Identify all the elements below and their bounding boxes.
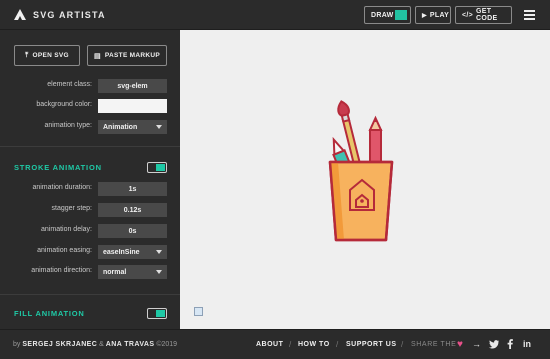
- open-svg-label: OPEN SVG: [32, 52, 69, 59]
- fill-animation-toggle[interactable]: [147, 308, 167, 319]
- toggle-knob: [156, 310, 165, 317]
- divider: [0, 146, 180, 147]
- heart-icon: ♥: [457, 339, 463, 350]
- arrow-icon: →: [472, 339, 481, 349]
- background-color-label: background color:: [36, 101, 92, 108]
- animation-delay-row: animation delay: 0s: [0, 224, 180, 238]
- linkedin-icon[interactable]: in: [523, 339, 531, 349]
- pencil-cup-illustration: [328, 100, 394, 242]
- background-color-input[interactable]: [98, 99, 167, 113]
- animation-type-value: Animation: [103, 123, 138, 131]
- twitter-icon[interactable]: [489, 340, 499, 349]
- code-icon: </>: [462, 11, 474, 19]
- draw-label: DRAW: [371, 11, 394, 19]
- animation-easing-row: animation easing: easeInSine: [0, 245, 180, 259]
- animation-direction-select[interactable]: normal: [98, 265, 167, 279]
- animation-type-select[interactable]: Animation: [98, 120, 167, 134]
- stroke-animation-toggle[interactable]: [147, 162, 167, 173]
- amp-text: &: [99, 341, 104, 348]
- play-label: PLAY: [429, 11, 450, 19]
- stagger-step-input[interactable]: 0.12s: [98, 203, 167, 217]
- author-1-link[interactable]: SERGEJ SKRJANEC: [22, 341, 97, 348]
- app-title: SVG ARTISTA: [33, 10, 106, 20]
- animation-type-row: animation type: Animation: [0, 120, 180, 134]
- by-text: by: [13, 341, 21, 348]
- animation-direction-row: animation direction: normal: [0, 265, 180, 279]
- animation-duration-label: animation duration:: [32, 184, 92, 191]
- chevron-down-icon: [156, 250, 162, 254]
- chevron-down-icon: [156, 270, 162, 274]
- draw-button[interactable]: DRAW: [364, 6, 411, 24]
- animation-direction-value: normal: [103, 268, 127, 276]
- clipboard-icon: ▤: [93, 52, 101, 60]
- element-class-label: element class:: [47, 81, 92, 88]
- animation-delay-input[interactable]: 0s: [98, 224, 167, 238]
- get-code-button[interactable]: </> GET CODE: [455, 6, 512, 24]
- separator: /: [401, 340, 404, 349]
- copyright-text: ©2019: [156, 341, 178, 348]
- top-bar: SVG ARTISTA DRAW ▶ PLAY </> GET CODE: [0, 0, 550, 30]
- separator: /: [289, 340, 292, 349]
- upload-icon: ⤒: [25, 51, 29, 59]
- stagger-step-row: stagger step: 0.12s: [0, 203, 180, 217]
- logo-icon: [14, 9, 26, 20]
- facebook-icon[interactable]: [507, 339, 513, 349]
- animation-easing-value: easeInSine: [103, 248, 140, 256]
- fill-animation-title: FILL ANIMATION: [14, 309, 85, 318]
- paste-markup-button[interactable]: ▤ PASTE MARKUP: [87, 45, 167, 66]
- draw-color-swatch[interactable]: [395, 10, 407, 20]
- separator: /: [336, 340, 339, 349]
- chevron-down-icon: [156, 125, 162, 129]
- divider: [0, 294, 180, 295]
- animation-easing-select[interactable]: easeInSine: [98, 245, 167, 259]
- element-class-row: element class: svg-elem: [0, 79, 180, 93]
- element-class-input[interactable]: svg-elem: [98, 79, 167, 93]
- open-svg-button[interactable]: ⤒ OPEN SVG: [14, 45, 80, 66]
- stagger-step-label: stagger step:: [51, 205, 92, 212]
- animation-delay-label: animation delay:: [41, 226, 92, 233]
- logo[interactable]: SVG ARTISTA: [13, 8, 106, 22]
- credits: by SERGEJ SKRJANEC & ANA TRAVAS ©2019: [13, 341, 177, 348]
- get-code-label: GET CODE: [476, 8, 498, 22]
- sidebar: ⤒ OPEN SVG ▤ PASTE MARKUP element class:…: [0, 30, 180, 329]
- animation-direction-label: animation direction:: [31, 267, 92, 274]
- animation-duration-input[interactable]: 1s: [98, 182, 167, 196]
- animation-duration-row: animation duration: 1s: [0, 182, 180, 196]
- animation-type-label: animation type:: [44, 122, 92, 129]
- play-icon: ▶: [422, 12, 427, 19]
- background-color-row: background color:: [0, 99, 180, 113]
- support-us-link[interactable]: SUPPORT US: [346, 341, 397, 348]
- toggle-knob: [156, 164, 165, 171]
- how-to-link[interactable]: HOW TO: [298, 341, 330, 348]
- menu-icon[interactable]: [524, 10, 535, 20]
- broken-image-icon: [194, 307, 203, 316]
- share-label: SHARE THE: [411, 341, 457, 348]
- animation-easing-label: animation easing:: [37, 247, 92, 254]
- paste-markup-label: PASTE MARKUP: [104, 52, 161, 59]
- svg-canvas[interactable]: [180, 30, 550, 329]
- footer: by SERGEJ SKRJANEC & ANA TRAVAS ©2019 AB…: [0, 329, 550, 359]
- play-button[interactable]: ▶ PLAY: [415, 6, 451, 24]
- author-2-link[interactable]: ANA TRAVAS: [106, 341, 155, 348]
- about-link[interactable]: ABOUT: [256, 341, 283, 348]
- stroke-animation-title: STROKE ANIMATION: [14, 163, 102, 172]
